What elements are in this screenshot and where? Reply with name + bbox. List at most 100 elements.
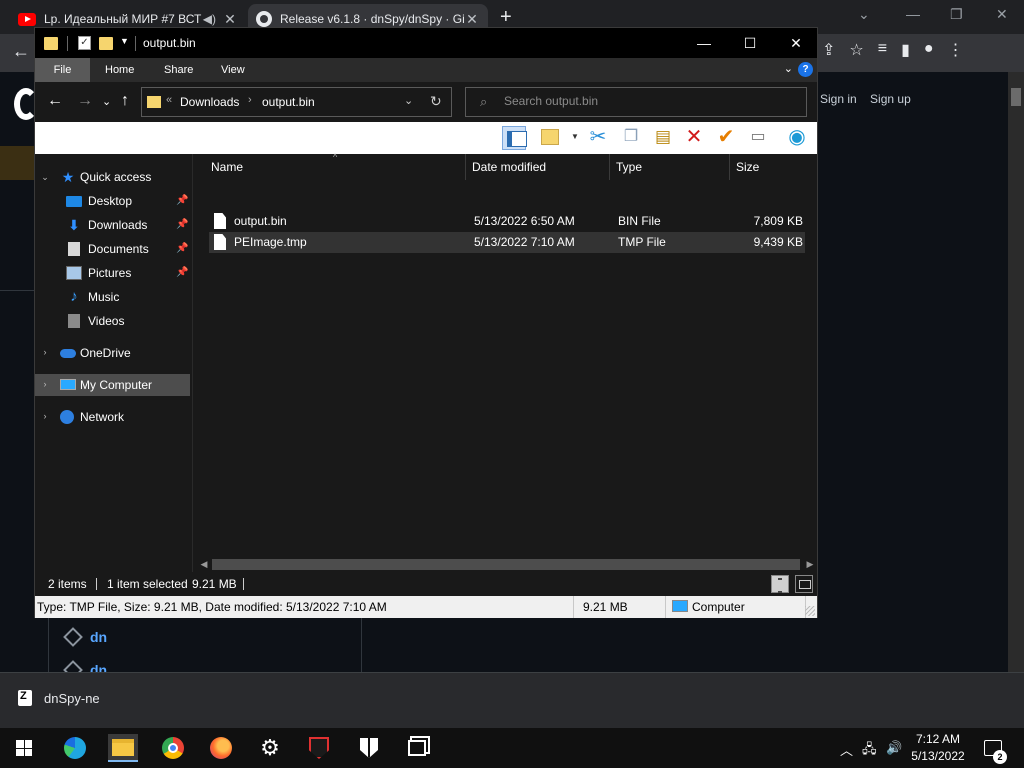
up-arrow-icon[interactable]: ↑	[121, 92, 129, 110]
close-button[interactable]: ✕	[773, 32, 819, 54]
playlist-icon[interactable]: ≡	[878, 40, 887, 60]
chevron-down-icon[interactable]: ⌄	[858, 6, 870, 23]
tab-view[interactable]: View	[207, 58, 259, 82]
file-row[interactable]: output.bin 5/13/2022 6:50 AM BIN File 7,…	[209, 211, 805, 232]
asset-link[interactable]: dn	[90, 629, 107, 645]
search-input[interactable]	[504, 94, 794, 108]
pin-icon[interactable]: 📌	[176, 267, 188, 278]
nav-item-downloads[interactable]: ⬇ Downloads 📌	[35, 214, 190, 236]
cut-icon[interactable]: ✂	[586, 125, 610, 149]
copy-icon[interactable]: ❐	[619, 125, 643, 149]
delete-icon[interactable]: ✕	[682, 125, 706, 149]
nav-item-documents[interactable]: Documents 📌	[35, 238, 190, 260]
file-row[interactable]: PEImage.tmp 5/13/2022 7:10 AM TMP File 9…	[209, 232, 805, 253]
refresh-icon[interactable]: ↻	[430, 93, 442, 110]
new-folder-icon[interactable]	[99, 37, 113, 50]
pin-icon[interactable]: 📌	[176, 195, 188, 206]
large-icons-view-icon[interactable]	[795, 575, 813, 593]
side-panel-icon[interactable]: ▮	[901, 40, 910, 60]
nav-item-music[interactable]: ♪ Music	[35, 286, 190, 308]
horizontal-scrollbar[interactable]: ◀ ▶	[197, 556, 817, 572]
nav-item-quick-access[interactable]: ⌄ ★ Quick access	[35, 166, 190, 188]
bookmark-star-icon[interactable]: ☆	[849, 40, 863, 60]
rename-icon[interactable]: ▭	[746, 125, 770, 149]
browser-back-icon[interactable]: ←	[12, 41, 30, 62]
taskbar-firefox[interactable]	[206, 734, 236, 762]
scrollbar-thumb[interactable]	[212, 559, 800, 570]
volume-icon[interactable]: 🔊	[886, 740, 902, 756]
properties-checkbox-icon[interactable]: ✓	[78, 36, 91, 50]
audio-playing-icon[interactable]: ◀)	[203, 12, 216, 26]
help-icon[interactable]: ?	[798, 62, 813, 77]
taskbar-vpn[interactable]	[304, 734, 334, 762]
tab-close-icon[interactable]: ✕	[222, 11, 238, 28]
resize-grip-icon[interactable]	[805, 606, 815, 616]
recent-locations-chevron-icon[interactable]: ⌄	[102, 95, 111, 108]
browser-minimize-button[interactable]: —	[906, 6, 920, 22]
column-header-type[interactable]: Type	[610, 154, 730, 180]
taskbar-security[interactable]	[354, 734, 384, 762]
sign-in-link[interactable]: Sign in	[820, 92, 857, 106]
breadcrumb-downloads[interactable]: Downloads	[180, 95, 239, 109]
taskbar-task-switcher[interactable]	[402, 734, 432, 762]
taskbar-chrome[interactable]	[158, 734, 188, 762]
search-box[interactable]: ⌕	[465, 87, 807, 117]
nav-item-videos[interactable]: Videos	[35, 310, 190, 332]
pin-icon[interactable]: 📌	[176, 219, 188, 230]
system-clock[interactable]: 7:12 AM 5/13/2022	[906, 731, 970, 765]
address-bar[interactable]: « Downloads › output.bin ⌄ ↻	[141, 87, 452, 117]
nav-item-my-computer[interactable]: › My Computer	[35, 374, 190, 396]
share-icon[interactable]: ⇪	[822, 40, 835, 60]
explorer-title-bar[interactable]: ✓ ▼ output.bin — ☐ ✕	[35, 28, 817, 58]
maximize-button[interactable]: ☐	[727, 32, 773, 54]
tab-file[interactable]: File	[35, 58, 90, 82]
expand-ribbon-chevron-icon[interactable]: ⌄	[784, 62, 793, 75]
customize-quick-access-dropdown[interactable]: ▼	[120, 36, 129, 46]
browser-scrollbar-thumb[interactable]	[1011, 88, 1021, 106]
tab-close-icon[interactable]: ✕	[464, 11, 480, 28]
tab-home[interactable]: Home	[91, 58, 148, 82]
browser-close-button[interactable]: ✕	[996, 6, 1008, 23]
back-arrow-icon[interactable]: ←	[47, 92, 63, 110]
column-header-date-modified[interactable]: Date modified	[466, 154, 610, 180]
network-tray-icon[interactable]: 🖧	[862, 740, 877, 762]
taskbar-settings[interactable]: ⚙	[255, 734, 285, 762]
address-history-chevron-icon[interactable]: ⌄	[404, 94, 413, 107]
tray-overflow-chevron-icon[interactable]: ︿	[840, 740, 853, 759]
checkmark-icon[interactable]: ✔	[714, 125, 738, 149]
download-item[interactable]: dnSpy-ne	[18, 690, 100, 706]
browser-scrollbar[interactable]	[1008, 72, 1024, 728]
paste-icon[interactable]: ▤	[651, 125, 675, 149]
start-button[interactable]	[9, 734, 39, 762]
properties-icon[interactable]	[539, 126, 563, 150]
expand-open-chevron-icon[interactable]: ⌄	[40, 172, 50, 183]
nav-item-desktop[interactable]: Desktop 📌	[35, 190, 190, 212]
expand-closed-chevron-icon[interactable]: ›	[40, 411, 50, 421]
nav-item-onedrive[interactable]: › OneDrive	[35, 342, 190, 364]
network-globe-icon[interactable]: ◉	[785, 125, 809, 149]
sign-up-link[interactable]: Sign up	[870, 92, 911, 106]
nav-item-pictures[interactable]: Pictures 📌	[35, 262, 190, 284]
breadcrumb-overflow-icon[interactable]: «	[166, 94, 172, 106]
menu-kebab-icon[interactable]: ⋮	[948, 40, 964, 60]
forward-arrow-icon[interactable]: →	[77, 92, 93, 110]
taskbar-file-explorer[interactable]	[108, 734, 138, 762]
browser-restore-button[interactable]: ❐	[950, 6, 963, 23]
minimize-button[interactable]: —	[681, 32, 727, 54]
new-tab-button[interactable]: +	[500, 6, 512, 29]
pin-icon[interactable]: 📌	[176, 243, 188, 254]
breadcrumb-output-bin[interactable]: output.bin	[262, 95, 315, 109]
profile-icon[interactable]: ●	[924, 40, 934, 60]
scroll-left-arrow-icon[interactable]: ◀	[197, 556, 211, 572]
expand-closed-chevron-icon[interactable]: ›	[40, 347, 50, 357]
nav-item-network[interactable]: › Network	[35, 406, 190, 428]
properties-dropdown-icon[interactable]: ▼	[571, 132, 579, 141]
preview-pane-icon[interactable]	[502, 126, 527, 150]
column-header-size[interactable]: Size	[730, 154, 810, 180]
column-header-name[interactable]: ^ Name	[193, 152, 466, 180]
scroll-right-arrow-icon[interactable]: ▶	[803, 556, 817, 572]
expand-closed-chevron-icon[interactable]: ›	[40, 379, 50, 389]
taskbar-edge[interactable]	[60, 734, 90, 762]
tab-share[interactable]: Share	[150, 58, 207, 82]
details-view-icon[interactable]	[771, 575, 789, 593]
